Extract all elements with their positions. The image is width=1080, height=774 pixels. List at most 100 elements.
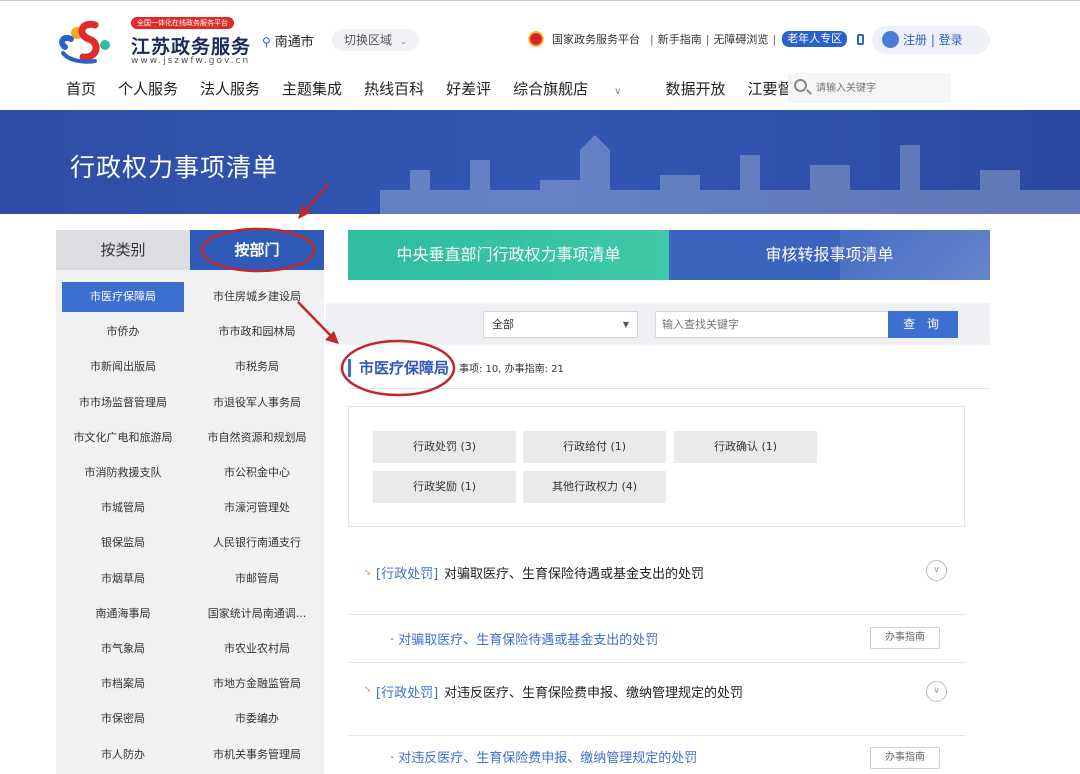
department-sidebar: 按类别 按部门 市医疗保障局 市住房城乡建设局市侨办 市市政和园林局 市新闻出版局 市税…: [56, 230, 324, 774]
department-stats: 事项: 10, 办事指南: 21: [459, 364, 564, 375]
sidebar-item-label: 市档案局: [101, 677, 145, 691]
sidebar-item-department[interactable]: 人民银行南通支行: [190, 525, 324, 560]
nav-item-home[interactable]: 首页: [66, 78, 96, 99]
sidebar-item-department[interactable]: 市档案局: [56, 666, 190, 701]
list-item[interactable]: ➘ [行政处罚] 对违反医疗、生育保险费申报、缴纳管理规定的处罚 ∨: [348, 663, 965, 736]
sidebar-item-label: 市退役军人事务局: [213, 395, 301, 409]
national-emblem-icon: [528, 31, 544, 47]
sidebar-item-department[interactable]: 市公积金中心: [190, 455, 324, 490]
nav-item-themes[interactable]: 主题集成: [282, 78, 342, 99]
sidebar-item-label: 市侨办: [106, 325, 140, 339]
arrow-marker-icon: ➘: [364, 685, 372, 695]
accessible-browse-link[interactable]: 无障碍浏览: [713, 31, 768, 47]
sub-item: · 对骗取医疗、生育保险待遇或基金支出的处罚 办事指南: [348, 615, 965, 663]
sidebar-item-department[interactable]: 国家统计局南通调...: [190, 596, 324, 631]
site-logo[interactable]: 全国一体化在线政务服务平台 江苏政务服务 www.jszwfw.gov.cn: [55, 15, 255, 67]
location-pin-icon: ⚲: [262, 35, 271, 49]
city-skyline-illustration: [380, 135, 1080, 214]
keyword-input[interactable]: [655, 311, 889, 338]
nav-item-open-data[interactable]: 数据开放: [665, 78, 725, 99]
sidebar-item-department[interactable]: 市自然资源和规划局: [190, 420, 324, 455]
chevron-down-icon: ∨: [614, 86, 622, 97]
nav-item-supervision[interactable]: 江要督: [747, 78, 792, 99]
department-heading: 市医疗保障局 事项: 10, 办事指南: 21: [348, 351, 990, 389]
mobile-phone-icon[interactable]: [857, 33, 865, 45]
sidebar-item-department[interactable]: 市地方金融监管局: [190, 666, 324, 701]
switch-region-button[interactable]: 切换区域 ⌄: [332, 29, 420, 51]
page-title: 行政权力事项清单: [70, 153, 279, 182]
sidebar-item-department[interactable]: 市退役军人事务局: [190, 385, 324, 420]
sidebar-item-department[interactable]: 市消防救援支队: [56, 455, 190, 490]
chip-admin-confirmation[interactable]: 行政确认 (1): [674, 431, 817, 463]
expand-chevron-icon[interactable]: ∨: [926, 681, 947, 702]
chip-admin-payment[interactable]: 行政给付 (1): [523, 431, 666, 463]
sub-item: · 对违反医疗、生育保险费申报、缴纳管理规定的处罚 办事指南: [348, 736, 965, 774]
divider: |: [705, 32, 710, 46]
sidebar-item-department[interactable]: 市文化广电和旅游局: [56, 420, 190, 455]
filter-bar: 全部 ▼ 查 询: [326, 303, 990, 345]
search-input[interactable]: [816, 79, 944, 97]
category-select[interactable]: 全部 ▼: [483, 311, 638, 338]
expand-chevron-icon[interactable]: ∨: [926, 560, 947, 581]
tab-central-vertical-list[interactable]: 中央垂直部门行政权力事项清单: [348, 230, 669, 280]
heading-accent-bar: [348, 359, 351, 377]
guide-button[interactable]: 办事指南: [870, 747, 940, 769]
sidebar-item-department[interactable]: 市新闻出版局: [56, 349, 190, 384]
nav-item-personal[interactable]: 个人服务: [118, 78, 178, 99]
sidebar-item-department[interactable]: 市城管局: [56, 490, 190, 525]
sidebar-item-label: 国家统计局南通调...: [207, 606, 307, 620]
sidebar-item-department[interactable]: 市农业农村局: [190, 631, 324, 666]
sidebar-item-department[interactable]: 市税务局: [190, 349, 324, 384]
elder-zone-link[interactable]: 老年人专区: [782, 31, 848, 47]
sidebar-item-department[interactable]: 市人防办: [56, 737, 190, 772]
chip-other-admin-power[interactable]: 其他行政权力 (4): [523, 471, 666, 503]
sub-item-link[interactable]: · 对违反医疗、生育保险费申报、缴纳管理规定的处罚: [390, 747, 697, 766]
national-platform-link[interactable]: 国家政务服务平台: [552, 31, 640, 47]
list-item[interactable]: ➘ [行政处罚] 对骗取医疗、生育保险待遇或基金支出的处罚 ∨: [348, 546, 965, 615]
nav-item-flagship[interactable]: 综合旗舰店 ∨: [513, 78, 643, 99]
sidebar-item-department[interactable]: 市濠河管理处: [190, 490, 324, 525]
sidebar-item-label: 市税务局: [235, 360, 279, 374]
sidebar-item-label: 市机关事务管理局: [213, 747, 301, 761]
search-icon[interactable]: [794, 79, 807, 92]
tab-by-department[interactable]: 按部门: [190, 230, 324, 270]
chip-admin-reward[interactable]: 行政奖励 (1): [373, 471, 516, 503]
tab-review-report-list[interactable]: 审核转报事项清单: [669, 230, 990, 280]
sidebar-item-label: 南通海事局: [95, 606, 151, 620]
sidebar-item-label: 人民银行南通支行: [213, 536, 301, 550]
nav-item-rating[interactable]: 好差评: [446, 78, 491, 99]
sub-item-link[interactable]: · 对骗取医疗、生育保险待遇或基金支出的处罚: [390, 629, 658, 648]
sidebar-item-label: 市濠河管理处: [224, 501, 290, 515]
nav-item-hotline[interactable]: 热线百科: [364, 78, 424, 99]
sidebar-item-department[interactable]: 市委编办: [190, 701, 324, 736]
sidebar-item-department[interactable]: 市侨办: [56, 314, 190, 349]
tab-by-category[interactable]: 按类别: [56, 230, 190, 270]
nav-item-legal-entity[interactable]: 法人服务: [200, 78, 260, 99]
sidebar-item-label: 市地方金融监管局: [213, 677, 301, 691]
sidebar-item-department[interactable]: 市气象局: [56, 631, 190, 666]
sidebar-item-department[interactable]: 银保监局: [56, 525, 190, 560]
sidebar-item-department[interactable]: 市邮管局: [190, 561, 324, 596]
sidebar-item-department[interactable]: 市烟草局: [56, 561, 190, 596]
item-title: 对骗取医疗、生育保险待遇或基金支出的处罚: [444, 567, 705, 582]
logo-mark-icon: [59, 20, 110, 64]
chip-admin-penalty[interactable]: 行政处罚 (3): [373, 431, 516, 463]
sidebar-item-department[interactable]: 市住房城乡建设局: [190, 279, 324, 314]
sidebar-item-department[interactable]: 南通海事局: [56, 596, 190, 631]
sidebar-item-department[interactable]: 市保密局: [56, 701, 190, 736]
sidebar-item-department[interactable]: 市医疗保障局: [56, 279, 190, 314]
sidebar-item-department[interactable]: 市机关事务管理局: [190, 737, 324, 772]
sidebar-item-label: 市消防救援支队: [84, 466, 162, 479]
sidebar-item-department[interactable]: 市市政和园林局: [190, 314, 324, 349]
query-button[interactable]: 查 询: [888, 311, 958, 338]
guide-button[interactable]: 办事指南: [870, 627, 940, 649]
login-register-button[interactable]: 注册 | 登录: [872, 26, 990, 54]
beginner-guide-link[interactable]: 新手指南: [658, 31, 702, 47]
city-name: 南通市: [274, 35, 314, 50]
city-selector[interactable]: ⚲ 南通市: [262, 31, 314, 50]
switch-region-label: 切换区域: [344, 33, 393, 47]
main-nav: 首页 个人服务 法人服务 主题集成 热线百科 好差评 综合旗舰店 ∨ 数据开放 江…: [66, 78, 814, 99]
sidebar-item-label: 市人防办: [101, 747, 145, 761]
sidebar-item-department[interactable]: 市市场监督管理局: [56, 385, 190, 420]
sidebar-item-label: 银保监局: [101, 536, 145, 550]
